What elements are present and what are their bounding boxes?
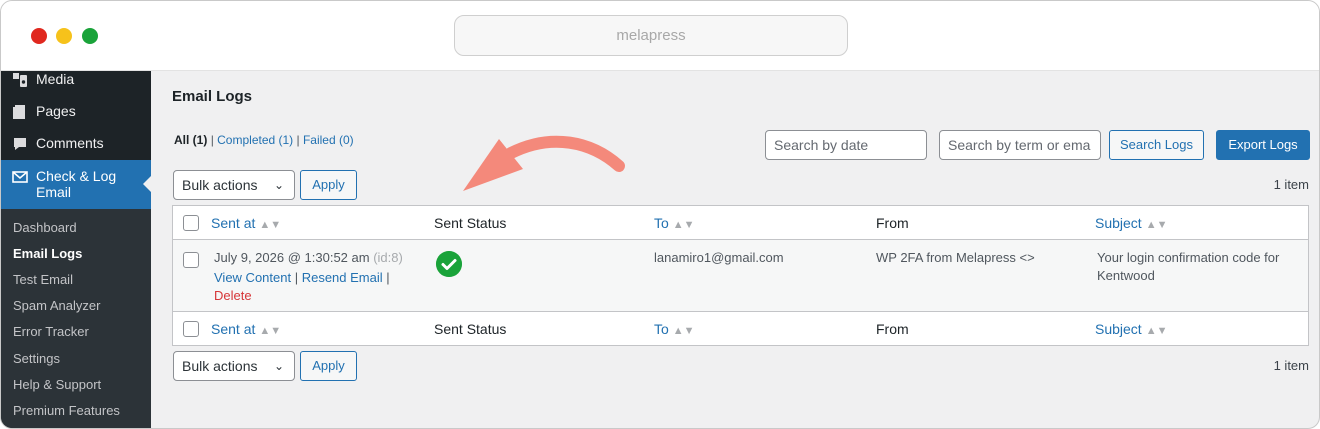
- column-to-footer[interactable]: To ▲▼: [654, 321, 695, 337]
- sort-icon: ▲▼: [259, 219, 282, 231]
- view-content-link[interactable]: View Content: [214, 270, 291, 285]
- sidebar-item-comments[interactable]: Comments: [1, 129, 151, 161]
- table-row: July 9, 2026 @ 1:30:52 am (id:8) View Co…: [173, 240, 1308, 311]
- submenu-item-test-email[interactable]: Test Email: [13, 272, 73, 287]
- chevron-down-icon: ⌄: [273, 359, 284, 373]
- column-from: From: [876, 215, 909, 231]
- main-content: Email Logs All (1) | Completed (1) | Fai…: [151, 71, 1319, 428]
- submenu-item-premium-features[interactable]: Premium Features: [13, 403, 120, 418]
- select-all-checkbox[interactable]: [183, 215, 199, 231]
- search-term-input[interactable]: Search by term or ema: [939, 130, 1101, 160]
- filter-completed[interactable]: Completed (1): [217, 133, 293, 147]
- maximize-window-button[interactable]: [82, 28, 98, 44]
- column-to[interactable]: To ▲▼: [654, 215, 695, 231]
- sent-at-cell: July 9, 2026 @ 1:30:52 am (id:8): [214, 250, 403, 265]
- browser-window: melapress Media Pages Comments Check & L…: [0, 0, 1320, 429]
- status-filters: All (1) | Completed (1) | Failed (0): [174, 133, 354, 147]
- sort-icon: ▲▼: [1145, 219, 1168, 231]
- annotation-arrow: [463, 135, 625, 191]
- bulk-actions-value: Bulk actions: [182, 358, 258, 374]
- log-id: (id:8): [373, 250, 403, 265]
- table-footer: Sent at ▲▼ Sent Status To ▲▼ From Subject ▲…: [173, 311, 1308, 345]
- select-all-checkbox-footer[interactable]: [183, 321, 199, 337]
- column-subject-footer[interactable]: Subject ▲▼: [1095, 321, 1167, 337]
- address-bar[interactable]: melapress: [454, 15, 848, 56]
- item-count-top: 1 item: [1273, 177, 1309, 192]
- submenu-item-error-tracker[interactable]: Error Tracker: [13, 324, 89, 339]
- table-header: Sent at ▲▼ Sent Status To ▲▼ From Subject ▲…: [173, 206, 1308, 240]
- sidebar-item-media[interactable]: Media: [1, 65, 151, 97]
- row-actions-delete: Delete: [214, 288, 252, 303]
- to-cell: lanamiro1@gmail.com: [654, 250, 784, 265]
- sidebar-item-pages[interactable]: Pages: [1, 97, 151, 129]
- column-subject[interactable]: Subject ▲▼: [1095, 215, 1167, 231]
- submenu-item-help-support[interactable]: Help & Support: [13, 377, 101, 392]
- filter-all[interactable]: All (1): [174, 133, 207, 147]
- close-window-button[interactable]: [31, 28, 47, 44]
- row-checkbox[interactable]: [183, 252, 199, 268]
- subject-line-1: Your login confirmation code for: [1097, 250, 1280, 265]
- pages-icon: [13, 105, 25, 119]
- bulk-actions-select-bottom[interactable]: Bulk actions ⌄: [173, 351, 295, 381]
- resend-email-link[interactable]: Resend Email: [302, 270, 383, 285]
- filter-failed[interactable]: Failed (0): [303, 133, 354, 147]
- bulk-actions-select-top[interactable]: Bulk actions ⌄: [173, 170, 295, 200]
- sidebar-item-check-log-email[interactable]: Check & Log Email: [1, 160, 151, 210]
- comments-icon: [14, 138, 26, 150]
- apply-button-top[interactable]: Apply: [300, 170, 357, 200]
- sort-icon: ▲▼: [672, 325, 695, 337]
- column-sent-at-footer[interactable]: Sent at ▲▼: [211, 321, 281, 337]
- sidebar-item-label: Pages: [36, 103, 76, 119]
- column-sent-status-footer: Sent Status: [434, 321, 507, 337]
- apply-button-bottom[interactable]: Apply: [300, 351, 357, 381]
- success-check-icon: [436, 251, 462, 277]
- page-title: Email Logs: [172, 88, 253, 105]
- bulk-actions-value: Bulk actions: [182, 177, 258, 193]
- sort-icon: ▲▼: [1145, 325, 1168, 337]
- search-date-input[interactable]: Search by date: [765, 130, 927, 160]
- column-from-footer: From: [876, 321, 909, 337]
- item-count-bottom: 1 item: [1273, 358, 1309, 373]
- minimize-window-button[interactable]: [56, 28, 72, 44]
- media-icon: [13, 73, 27, 87]
- export-logs-button[interactable]: Export Logs: [1216, 130, 1310, 160]
- search-logs-button[interactable]: Search Logs: [1109, 130, 1204, 160]
- column-sent-at[interactable]: Sent at ▲▼: [211, 215, 281, 231]
- chevron-down-icon: ⌄: [273, 178, 284, 192]
- sidebar-item-label: Comments: [36, 135, 104, 151]
- email-logs-table: Sent at ▲▼ Sent Status To ▲▼ From Subject ▲…: [172, 205, 1309, 346]
- column-sent-status: Sent Status: [434, 215, 507, 231]
- sort-icon: ▲▼: [672, 219, 695, 231]
- subject-line-2: Kentwood: [1097, 268, 1155, 283]
- delete-link[interactable]: Delete: [214, 288, 252, 303]
- from-cell: WP 2FA from Melapress <>: [876, 250, 1035, 265]
- admin-sidebar: Media Pages Comments Check & Log Email D…: [1, 71, 151, 428]
- row-actions: View Content | Resend Email |: [214, 270, 390, 285]
- sidebar-submenu: Dashboard Email Logs Test Email Spam Ana…: [1, 209, 151, 428]
- sidebar-item-label: Media: [36, 71, 75, 87]
- submenu-item-settings[interactable]: Settings: [13, 351, 60, 366]
- submenu-item-dashboard[interactable]: Dashboard: [13, 220, 77, 235]
- submenu-item-spam-analyzer[interactable]: Spam Analyzer: [13, 298, 100, 313]
- email-icon: [12, 171, 28, 183]
- submenu-item-email-logs[interactable]: Email Logs: [13, 246, 82, 261]
- sort-icon: ▲▼: [259, 325, 282, 337]
- title-bar: melapress: [1, 1, 1319, 71]
- sidebar-item-label: Check & Log Email: [36, 168, 117, 200]
